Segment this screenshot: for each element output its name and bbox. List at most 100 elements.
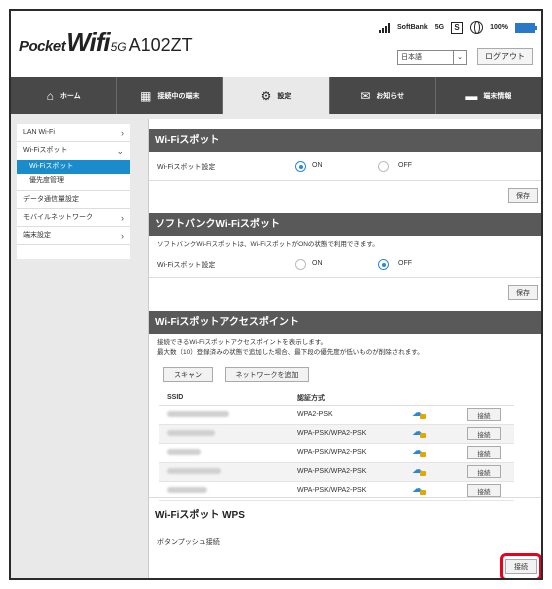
tab-label: 接続中の端末	[157, 92, 200, 100]
status-bar: SoftBank 5G S 100%	[379, 21, 537, 34]
save-button[interactable]: 保存	[508, 188, 538, 203]
device-info-icon: ▬	[465, 88, 478, 103]
softbank-spot-on-label: ON	[312, 260, 323, 267]
sidebar-subitem-priority[interactable]: 優先度管理	[17, 174, 130, 188]
language-value: 日本語	[401, 54, 422, 61]
connect-button[interactable]: 接続	[467, 408, 501, 421]
tab-label: 端末情報	[483, 92, 512, 100]
softbank-spot-setting-label: Wi-Fiスポット設定	[157, 262, 216, 269]
signal-icon	[379, 22, 391, 33]
battery-icon	[515, 22, 537, 33]
table-row: WPA2-PSK ☁ 接続	[159, 405, 514, 425]
tab-home[interactable]: ⌂ ホーム	[11, 77, 118, 114]
sidebar-subitem-wifi-spot[interactable]: Wi-Fiスポット	[17, 160, 130, 174]
ssid-redacted	[167, 467, 221, 474]
sidebar-item-device-settings[interactable]: 端末設定 ›	[17, 227, 130, 245]
sidebar-group-wifi-spot: Wi-Fiスポット ⌄ Wi-Fiスポット 優先度管理	[17, 142, 130, 191]
softbank-spot-description: ソフトバンクWi-Fiスポットは、Wi-FiスポットがONの状態で利用できます。	[157, 241, 379, 248]
wifi-locked-icon: ☁	[412, 484, 426, 495]
sidebar: LAN Wi-Fi › Wi-Fiスポット ⌄ Wi-Fiスポット 優先度管理 …	[17, 124, 130, 259]
sim-icon: S	[451, 21, 464, 34]
sidebar-item-wifi-spot[interactable]: Wi-Fiスポット ⌄	[17, 142, 130, 160]
ssid-redacted	[167, 410, 229, 417]
sidebar-item-mobile-network[interactable]: モバイルネットワーク ›	[17, 209, 130, 227]
wifi-locked-icon: ☁	[412, 465, 426, 476]
main-content: Wi-Fiスポット Wi-Fiスポット設定 ON OFF 保存 ソフトバンクWi…	[148, 119, 541, 578]
sidebar-item-label: LAN Wi-Fi	[23, 129, 55, 136]
tab-notifications[interactable]: ✉ お知らせ	[330, 77, 436, 114]
chevron-right-icon: ›	[121, 231, 124, 241]
table-row: WPA-PSK/WPA2-PSK ☁ 接続	[159, 424, 514, 444]
tab-device-info[interactable]: ▬ 端末情報	[436, 77, 541, 114]
scan-button[interactable]: スキャン	[163, 367, 213, 382]
logo: Pocket Wifi 5G A102ZT	[19, 27, 193, 61]
sidebar-item-label: Wi-Fiスポット	[23, 147, 68, 154]
wifi-spot-on-label: ON	[312, 162, 323, 169]
wifi-spot-setting-label: Wi-Fiスポット設定	[157, 164, 216, 171]
logo-5g: 5G	[110, 40, 127, 54]
main-nav: ⌂ ホーム ▦ 接続中の端末 ⚙ 設定 ✉ お知らせ ▬ 端末情報	[11, 77, 541, 114]
connect-button[interactable]: 接続	[467, 446, 501, 459]
softbank-spot-off-radio[interactable]	[378, 259, 389, 270]
model-name: A102ZT	[128, 35, 193, 55]
ssid-redacted	[167, 448, 201, 455]
battery-percent: 100%	[490, 24, 508, 31]
column-header-auth: 認証方式	[289, 391, 404, 406]
table-row: WPA-PSK/WPA2-PSK ☁ 接続	[159, 443, 514, 463]
tab-label: ホーム	[59, 92, 81, 100]
home-icon: ⌂	[46, 88, 54, 103]
wifi-spot-off-radio[interactable]	[378, 161, 389, 172]
column-header-ssid: SSID	[159, 391, 289, 406]
logo-wifi: Wifi	[66, 27, 110, 57]
language-select[interactable]: 日本語 ⌄	[397, 50, 467, 65]
sidebar-item-label: データ通信量設定	[23, 196, 79, 203]
wifi-locked-icon: ☁	[412, 408, 426, 419]
add-network-button[interactable]: ネットワークを追加	[225, 367, 309, 382]
section-title-access-points: Wi-Fiスポットアクセスポイント	[149, 311, 541, 334]
carrier-name: SoftBank	[397, 24, 428, 31]
browser-frame: Pocket Wifi 5G A102ZT SoftBank 5G S 100%…	[9, 9, 543, 580]
access-point-table: SSID 認証方式 WPA2-PSK ☁ 接続 WPA-PSK/WPA2-PSK…	[159, 391, 514, 501]
tab-label: お知らせ	[376, 92, 405, 100]
save-button[interactable]: 保存	[508, 285, 538, 300]
column-header-action	[459, 391, 514, 406]
tab-connected-devices[interactable]: ▦ 接続中の端末	[117, 77, 224, 114]
section-title-wps: Wi-Fiスポット WPS	[155, 510, 245, 521]
connect-button[interactable]: 接続	[467, 484, 501, 497]
wifi-locked-icon: ☁	[412, 446, 426, 457]
gear-icon: ⚙	[260, 88, 272, 103]
connect-button[interactable]: 接続	[467, 465, 501, 478]
logout-button[interactable]: ログアウト	[477, 48, 533, 65]
divider	[149, 180, 541, 181]
wifi-spot-off-label: OFF	[398, 162, 412, 169]
section-title-wifi-spot: Wi-Fiスポット	[149, 129, 541, 152]
table-header-row: SSID 認証方式	[159, 391, 514, 406]
softbank-spot-off-label: OFF	[398, 260, 412, 267]
column-header-signal	[404, 391, 459, 406]
connect-button[interactable]: 接続	[467, 427, 501, 440]
auth-cell: WPA-PSK/WPA2-PSK	[289, 443, 404, 463]
chevron-right-icon: ›	[121, 213, 124, 223]
devices-icon: ▦	[140, 88, 152, 103]
tab-label: 設定	[277, 92, 292, 100]
ssid-redacted	[167, 429, 215, 436]
sidebar-item-label: モバイルネットワーク	[23, 214, 93, 221]
ssid-redacted	[167, 486, 207, 493]
sidebar-item-lan-wifi[interactable]: LAN Wi-Fi ›	[17, 124, 130, 142]
auth-cell: WPA2-PSK	[289, 405, 404, 425]
sidebar-item-label: 端末設定	[23, 232, 51, 239]
wps-push-button-label: ボタンプッシュ接続	[157, 539, 220, 546]
wifi-spot-on-radio[interactable]	[295, 161, 306, 172]
network-type: 5G	[434, 24, 445, 31]
globe-icon	[470, 21, 484, 34]
access-points-description-1: 接続できるWi-Fiスポットアクセスポイントを表示します。	[157, 339, 328, 346]
divider	[149, 277, 541, 278]
mail-icon: ✉	[360, 88, 371, 103]
sidebar-item-data-usage[interactable]: データ通信量設定	[17, 191, 130, 209]
wifi-locked-icon: ☁	[412, 427, 426, 438]
softbank-spot-on-radio[interactable]	[295, 259, 306, 270]
divider	[149, 497, 541, 498]
tab-settings[interactable]: ⚙ 設定	[223, 77, 330, 114]
auth-cell: WPA-PSK/WPA2-PSK	[289, 424, 404, 444]
logo-pocket: Pocket	[19, 38, 66, 55]
